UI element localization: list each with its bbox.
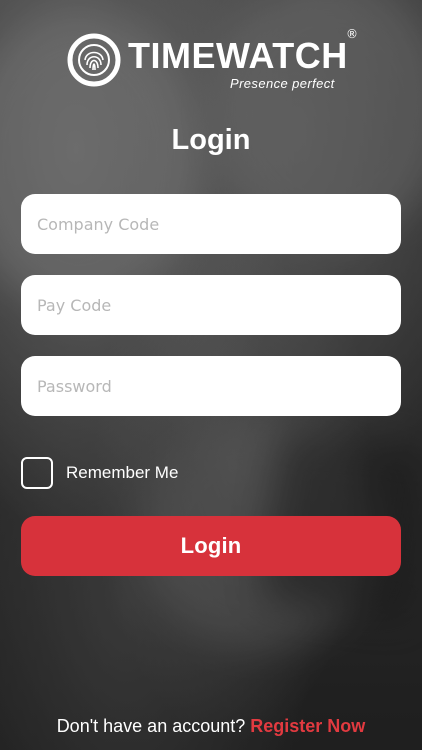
remember-me-checkbox[interactable]: [21, 457, 53, 489]
register-footer: Don't have an account? Register Now: [0, 716, 422, 737]
brand-logo: TIMEWATCH ® Presence perfect: [66, 27, 358, 92]
password-input[interactable]: [21, 356, 401, 416]
login-screen: TIMEWATCH ® Presence perfect Login Remem…: [0, 0, 422, 750]
registered-mark: ®: [346, 27, 358, 41]
brand-name: TIMEWATCH: [128, 35, 348, 76]
company-code-input[interactable]: [21, 194, 401, 254]
fingerprint-icon: [67, 33, 121, 87]
login-button[interactable]: Login: [21, 516, 401, 576]
page-title: Login: [171, 124, 251, 156]
remember-me-label: Remember Me: [66, 463, 179, 482]
register-prompt: Don't have an account?: [56, 716, 251, 736]
remember-me-row[interactable]: Remember Me: [21, 456, 178, 490]
register-now-link[interactable]: Register Now: [250, 716, 365, 736]
pay-code-input[interactable]: [21, 275, 401, 335]
brand-tagline: Presence perfect: [230, 76, 335, 91]
